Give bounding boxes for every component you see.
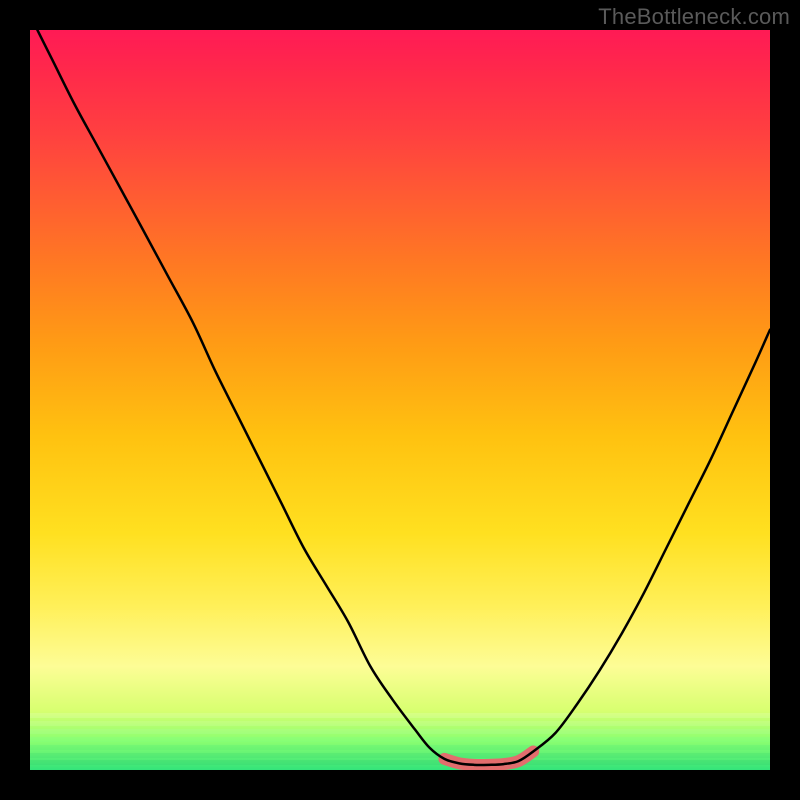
bottleneck-curve: [30, 30, 770, 765]
plot-area: [30, 30, 770, 770]
chart-frame: TheBottleneck.com: [0, 0, 800, 800]
watermark-text: TheBottleneck.com: [598, 4, 790, 30]
curve-svg: [30, 30, 770, 770]
